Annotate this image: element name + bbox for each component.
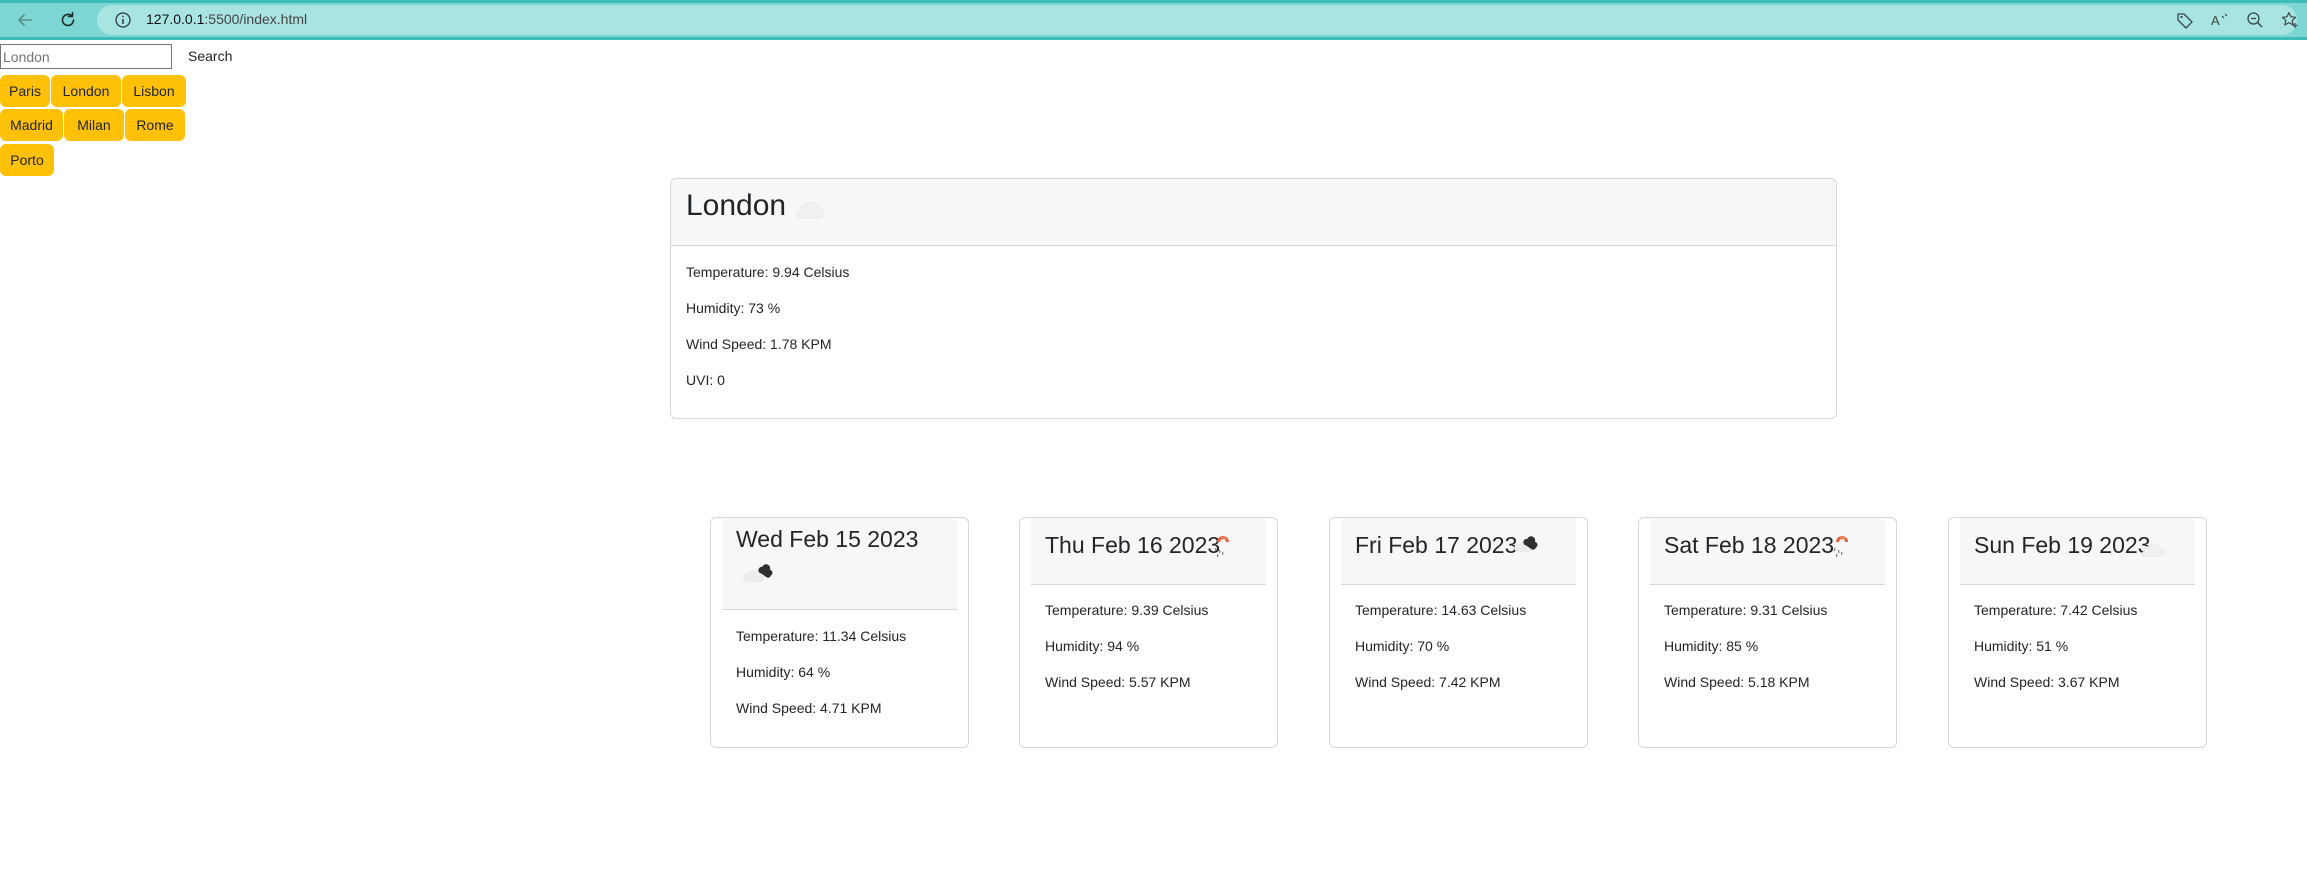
- forecast-card: Fri Feb 17 2023 Temperature: 14.63 Celsi…: [1329, 517, 1588, 748]
- forecast-temperature: Temperature: 9.39 Celsius: [1045, 602, 1209, 618]
- forecast-date: Thu Feb 16 2023: [1045, 532, 1221, 558]
- info-icon[interactable]: [113, 10, 133, 30]
- search-button[interactable]: Search: [178, 44, 242, 69]
- back-arrow-icon[interactable]: [11, 7, 39, 33]
- forecast-humidity: Humidity: 70 %: [1355, 638, 1450, 654]
- address-bar[interactable]: 127.0.0.1:5500/index.html: [97, 5, 2297, 35]
- cloud-icon: [796, 201, 824, 219]
- favorite-icon[interactable]: [2280, 10, 2300, 30]
- forecast-wind-speed: Wind Speed: 3.67 KPM: [1974, 674, 2120, 690]
- address-url[interactable]: 127.0.0.1:5500/index.html: [146, 11, 307, 27]
- forecast-humidity: Humidity: 85 %: [1664, 638, 1759, 654]
- forecast-card-header: Fri Feb 17 2023: [1341, 518, 1576, 585]
- forecast-date: Wed Feb 15 2023: [736, 526, 919, 552]
- read-aloud-icon[interactable]: A: [2210, 10, 2230, 30]
- forecast-humidity: Humidity: 64 %: [736, 664, 831, 680]
- svg-text:A: A: [2211, 13, 2220, 28]
- forecast-date: Fri Feb 17 2023: [1355, 532, 1518, 558]
- tag-icon[interactable]: [2175, 10, 2195, 30]
- forecast-card-header: Wed Feb 15 2023: [722, 518, 957, 610]
- forecast-temperature: Temperature: 9.31 Celsius: [1664, 602, 1828, 618]
- cloud-icon: [742, 564, 773, 582]
- forecast-card: Sat Feb 18 2023 Temperature: 9.31 Celsiu…: [1638, 517, 1897, 748]
- browser-top-line: [0, 0, 2307, 3]
- reload-icon[interactable]: [54, 7, 82, 33]
- browser-toolbar: 127.0.0.1:5500/index.html A: [0, 0, 2307, 40]
- forecast-wind-speed: Wind Speed: 5.18 KPM: [1664, 674, 1810, 690]
- search-input[interactable]: [0, 44, 172, 69]
- current-weather-card: London Temperature: 9.94 Celsius Humidit…: [670, 178, 1837, 419]
- current-temperature: Temperature: 9.94 Celsius: [686, 264, 850, 280]
- forecast-card: Wed Feb 15 2023 Temperature: 11.34 Celsi…: [710, 517, 969, 748]
- city-button-paris[interactable]: Paris: [0, 75, 50, 107]
- sun-rain-icon: [1834, 536, 1848, 557]
- forecast-humidity: Humidity: 51 %: [1974, 638, 2069, 654]
- forecast-temperature: Temperature: 11.34 Celsius: [736, 628, 907, 644]
- current-humidity: Humidity: 73 %: [686, 300, 781, 316]
- url-path: :5500/index.html: [204, 11, 308, 27]
- forecast-wind-speed: Wind Speed: 4.71 KPM: [736, 700, 882, 716]
- forecast-card-header: Sun Feb 19 2023: [1960, 518, 2195, 585]
- forecast-card-header: Sat Feb 18 2023: [1650, 518, 1885, 585]
- city-button-london[interactable]: London: [51, 75, 121, 107]
- zoom-out-icon[interactable]: [2245, 10, 2265, 30]
- city-button-porto[interactable]: Porto: [0, 144, 54, 176]
- forecast-card-header: Thu Feb 16 2023: [1031, 518, 1266, 585]
- current-uvi: UVI: 0: [686, 372, 725, 388]
- current-wind-speed: Wind Speed: 1.78 KPM: [686, 336, 832, 352]
- forecast-humidity: Humidity: 94 %: [1045, 638, 1140, 654]
- current-weather-header: London: [671, 179, 1836, 246]
- browser-bottom-line: [0, 37, 2307, 40]
- forecast-wind-speed: Wind Speed: 5.57 KPM: [1045, 674, 1191, 690]
- forecast-date: Sat Feb 18 2023: [1664, 532, 1835, 558]
- city-button-lisbon[interactable]: Lisbon: [122, 75, 186, 107]
- cloud-icon: [2141, 543, 2165, 557]
- city-button-rome[interactable]: Rome: [125, 109, 185, 141]
- forecast-card: Thu Feb 16 2023 Temperature: 9.39 Celsiu…: [1019, 517, 1278, 748]
- forecast-card: Sun Feb 19 2023 Temperature: 7.42 Celsiu…: [1948, 517, 2207, 748]
- forecast-date: Sun Feb 19 2023: [1974, 532, 2151, 558]
- city-button-milan[interactable]: Milan: [64, 109, 124, 141]
- cloud-icon: [1514, 536, 1538, 552]
- sun-rain-icon: [1215, 536, 1229, 557]
- forecast-temperature: Temperature: 14.63 Celsius: [1355, 602, 1527, 618]
- current-city-title: London: [686, 189, 787, 222]
- forecast-wind-speed: Wind Speed: 7.42 KPM: [1355, 674, 1501, 690]
- forecast-temperature: Temperature: 7.42 Celsius: [1974, 602, 2138, 618]
- city-button-madrid[interactable]: Madrid: [0, 109, 63, 141]
- url-host: 127.0.0.1: [146, 11, 205, 27]
